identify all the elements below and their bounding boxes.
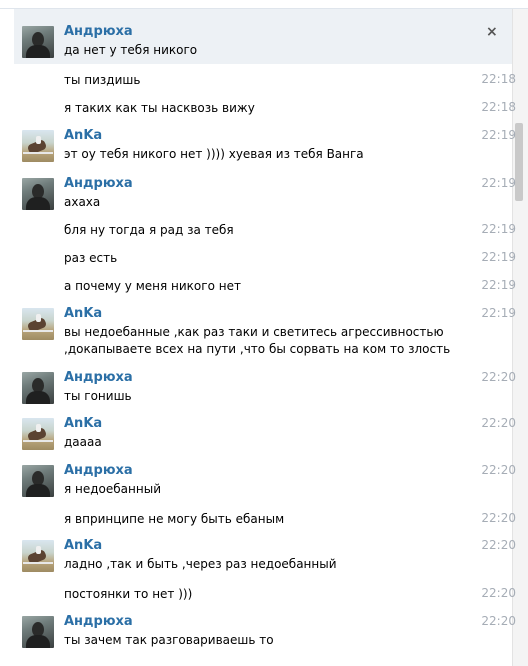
message-author[interactable]: Андрюха xyxy=(64,176,133,191)
top-border xyxy=(0,0,528,9)
message-author[interactable]: Андрюха xyxy=(64,24,133,39)
message-text: постоянки то нет ))) xyxy=(64,587,193,601)
message-timestamp: 22:19 xyxy=(481,250,516,264)
rider-image xyxy=(36,424,41,432)
fence-image xyxy=(23,440,53,442)
person-body-image xyxy=(26,635,50,648)
avatar-anka[interactable] xyxy=(22,130,54,162)
message-timestamp: 22:20 xyxy=(481,538,516,552)
message-timestamp: 22:20 xyxy=(481,511,516,525)
message-text: я впринципе не могу быть ебаным xyxy=(64,512,285,526)
fence-image xyxy=(23,330,53,332)
message-text: ладно ,так и быть ,через раз недоебанный xyxy=(64,557,337,571)
fence-image xyxy=(23,562,53,564)
message-author[interactable]: AnKa xyxy=(64,416,102,431)
avatar-anka[interactable] xyxy=(22,308,54,340)
message-text: раз есть xyxy=(64,251,118,265)
message-text: я таких как ты насквозь вижу xyxy=(64,101,255,115)
rider-image xyxy=(36,314,41,322)
avatar-anka[interactable] xyxy=(22,540,54,572)
message-author[interactable]: AnKa xyxy=(64,306,102,321)
rider-image xyxy=(36,546,41,554)
message-timestamp: 22:20 xyxy=(481,370,516,384)
close-icon[interactable]: × xyxy=(486,24,498,40)
rider-image xyxy=(36,136,41,144)
avatar-andryukha[interactable] xyxy=(22,465,54,497)
message-text: ты пиздишь xyxy=(64,73,141,87)
message-author[interactable]: Андрюха xyxy=(64,463,133,478)
person-body-image xyxy=(26,391,50,404)
scrollbar-thumb[interactable] xyxy=(515,123,523,201)
message-timestamp: 22:20 xyxy=(481,614,516,628)
avatar-andryukha[interactable] xyxy=(22,178,54,210)
message-timestamp: 22:19 xyxy=(481,278,516,292)
message-timestamp: 22:20 xyxy=(481,463,516,477)
message-text: ты зачем так разговариваешь то xyxy=(64,633,274,647)
message-timestamp: 22:20 xyxy=(481,586,516,600)
message-author[interactable]: Андрюха xyxy=(64,614,133,629)
avatar-anka[interactable] xyxy=(22,418,54,450)
message-timestamp: 22:18 xyxy=(481,72,516,86)
fence-image xyxy=(23,152,53,154)
message-timestamp: 22:18 xyxy=(481,100,516,114)
message-text: я недоебанный xyxy=(64,482,162,496)
avatar-andryukha[interactable] xyxy=(22,26,54,58)
person-body-image xyxy=(26,197,50,210)
message-text: ты гонишь xyxy=(64,389,132,403)
message-author[interactable]: AnKa xyxy=(64,128,102,143)
message-text: а почему у меня никого нет xyxy=(64,279,241,293)
avatar-andryukha[interactable] xyxy=(22,616,54,648)
message-text: ахаха xyxy=(64,195,101,209)
message-timestamp: 22:19 xyxy=(481,128,516,142)
person-body-image xyxy=(26,484,50,497)
message-author[interactable]: Андрюха xyxy=(64,370,133,385)
person-body-image xyxy=(26,45,50,58)
message-timestamp: 22:20 xyxy=(481,416,516,430)
message-timestamp: 22:19 xyxy=(481,306,516,320)
message-text: даааа xyxy=(64,435,102,449)
message-text: вы недоебанные ,как раз таки и светитесь… xyxy=(64,325,444,339)
message-author[interactable]: AnKa xyxy=(64,538,102,553)
message-text: бля ну тогда я рад за тебя xyxy=(64,223,234,237)
message-timestamp: 22:19 xyxy=(481,222,516,236)
message-text: да нет у тебя никого xyxy=(64,43,198,57)
message-timestamp: 22:19 xyxy=(481,176,516,190)
avatar-andryukha[interactable] xyxy=(22,372,54,404)
message-text: эт оу тебя никого нет )))) хуевая из теб… xyxy=(64,147,364,161)
message-text-continued: ,докапываете всех на пути ,что бы сорват… xyxy=(64,342,451,356)
